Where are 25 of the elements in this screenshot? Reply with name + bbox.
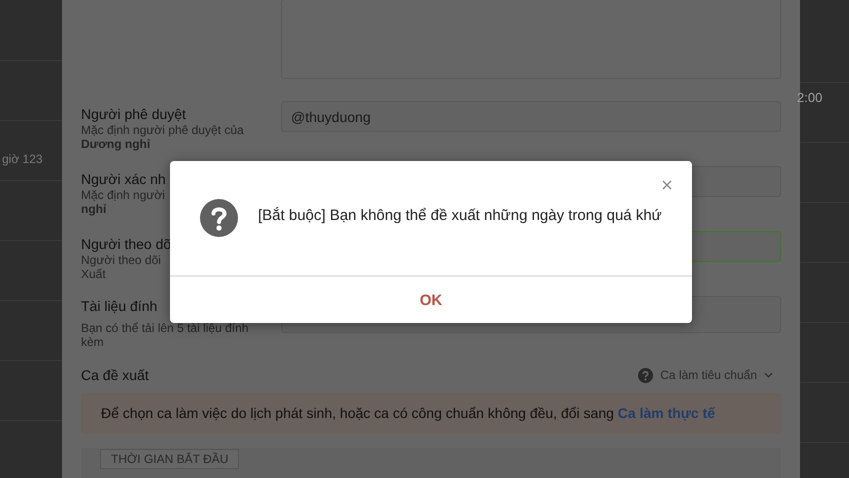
hint-text: Người theo dõi: [81, 253, 162, 267]
hint-text: Mặc định người phê duyệt của: [81, 123, 245, 137]
field-label: Tài liệu đính: [81, 297, 158, 315]
field-label: Người theo dõ: [81, 235, 172, 253]
hint-text: kèm: [81, 335, 105, 349]
dialog-message: [Bắt buộc] Bạn không thể đề xuất những ngày trong quá khứ: [258, 206, 662, 224]
hint-text: Dương nghỉ: [81, 137, 152, 151]
chevron-icon: [764, 372, 773, 378]
switch-link[interactable]: Ca làm thực tế: [618, 405, 716, 421]
hint-text: Xuất: [81, 267, 107, 281]
shift-dropdown[interactable]: Ca làm tiêu chuẩn: [660, 368, 757, 382]
question-icon: [200, 199, 238, 237]
hint-text: Bạn có thể tải lên 5 tài liệu đính: [81, 321, 250, 335]
tab[interactable]: THỜI GIAN BẮT ĐẦU: [100, 449, 240, 469]
close-icon[interactable]: [662, 180, 672, 190]
background-text: giờ 123: [2, 152, 44, 166]
field-label: Người phê duyệt: [81, 105, 187, 123]
notice-text: Để chọn ca làm việc do lịch phát sinh, hoặc ca có công chuẩn không đều, đổi sang Ca làm thực tế: [101, 405, 716, 421]
section-label: Ca đề xuất: [81, 367, 149, 383]
hint-text: Mặc định người: [81, 188, 166, 202]
input-field[interactable]: @thuyduong: [281, 101, 781, 132]
background-text: 2:00: [797, 90, 824, 105]
field-label: Người xác nh: [81, 170, 167, 188]
hint-text: nghỉ: [81, 202, 108, 216]
help-icon[interactable]: [638, 368, 654, 382]
